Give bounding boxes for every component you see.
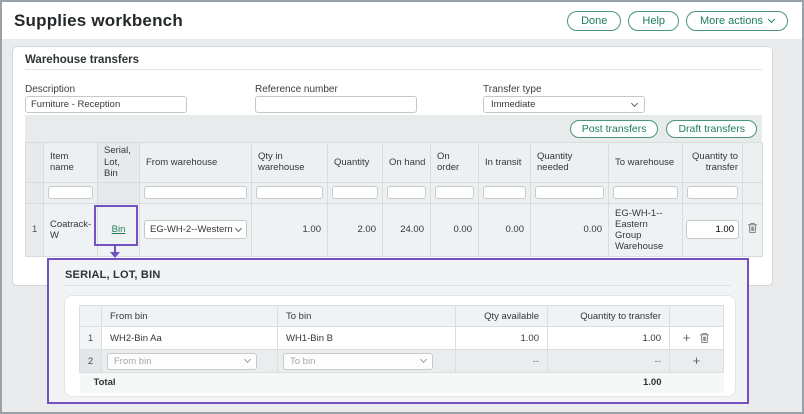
trash-icon [699, 332, 710, 344]
trash-icon [747, 222, 758, 234]
filter-from-warehouse[interactable] [144, 186, 247, 199]
description-input[interactable] [25, 96, 187, 113]
cell-quantity: 2.00 [328, 203, 383, 256]
col-header-from-warehouse: From warehouse [140, 143, 252, 183]
col-header-serial-lot-bin: Serial, Lot, Bin [98, 143, 140, 183]
cell-on-order: 0.00 [431, 203, 479, 256]
col-header-on-hand: On hand [383, 143, 431, 183]
more-actions-button[interactable]: More actions [686, 11, 788, 31]
post-transfers-button[interactable]: Post transfers [570, 120, 659, 138]
col-header-qty-available: Qty available [456, 306, 548, 327]
bin-total-row: Total 1.00 [80, 373, 724, 393]
total-value: 1.00 [548, 373, 670, 393]
delete-bin-row-button[interactable] [699, 332, 710, 344]
filter-in-transit[interactable] [483, 186, 526, 199]
from-bin-select[interactable]: From bin [107, 353, 257, 370]
col-header-on-order: On order [431, 143, 479, 183]
filter-on-order[interactable] [435, 186, 474, 199]
filter-quantity-to-transfer[interactable] [687, 186, 738, 199]
section-divider [25, 69, 762, 70]
cell-bin-qty-to-transfer: -- [548, 350, 670, 373]
transfer-type-select[interactable]: Immediate [483, 96, 645, 113]
bin-transfer-table: From bin To bin Qty available Quantity t… [79, 305, 724, 393]
col-header-item-name: Item name [44, 143, 98, 183]
chevron-down-icon [244, 356, 251, 363]
transfer-type-label: Transfer type [483, 84, 542, 95]
reference-number-input[interactable] [255, 96, 417, 113]
cell-qty-available: -- [456, 350, 548, 373]
transfer-row-1: 1 Coatrack-W Bin EG-WH-2--Western Gr 1.0… [26, 203, 763, 256]
col-header-quantity: Quantity [328, 143, 383, 183]
col-header-bin-quantity-to-transfer: Quantity to transfer [548, 306, 670, 327]
cell-to-bin: WH1-Bin B [278, 327, 456, 350]
col-header-in-transit: In transit [479, 143, 531, 183]
bin-table-card: From bin To bin Qty available Quantity t… [64, 295, 736, 397]
col-header-to-warehouse: To warehouse [609, 143, 683, 183]
plus-icon: + [693, 356, 701, 366]
section-title: Warehouse transfers [25, 54, 139, 66]
col-header-qty-in-warehouse: Qty in warehouse [252, 143, 328, 183]
col-header-quantity-to-transfer: Quantity to transfer [683, 143, 743, 183]
cell-on-hand: 24.00 [383, 203, 431, 256]
row-number: 1 [80, 327, 102, 350]
actions-header [743, 143, 763, 183]
row-number: 1 [26, 203, 44, 256]
to-bin-select[interactable]: To bin [283, 353, 433, 370]
cell-qty-available: 1.00 [456, 327, 548, 350]
filter-to-warehouse[interactable] [613, 186, 678, 199]
cell-item-name: Coatrack-W [44, 203, 98, 256]
page-title: Supplies workbench [14, 11, 183, 31]
bin-actions-header [670, 306, 724, 327]
filter-qty-in-warehouse[interactable] [256, 186, 323, 199]
chevron-down-icon [768, 15, 775, 22]
serial-lot-bin-panel: SERIAL, LOT, BIN From bin To bin Qty ava… [47, 258, 749, 404]
cell-to-warehouse: EG-WH-1--Eastern Group Warehouse [609, 203, 683, 256]
top-bar: Supplies workbench Done Help More action… [2, 2, 802, 39]
cell-in-transit: 0.00 [479, 203, 531, 256]
col-header-from-bin: From bin [102, 306, 278, 327]
bin-row-2: 2 From bin To bin [80, 350, 724, 373]
filter-quantity[interactable] [332, 186, 378, 199]
done-button[interactable]: Done [567, 11, 621, 31]
total-label: Total [80, 373, 278, 393]
draft-transfers-button[interactable]: Draft transfers [666, 120, 757, 138]
chevron-down-icon [235, 225, 242, 232]
transfers-toolbar: Post transfers Draft transfers [25, 115, 762, 142]
reference-number-label: Reference number [255, 84, 338, 95]
chevron-down-icon [631, 99, 638, 106]
delete-row-button[interactable] [747, 222, 758, 234]
serial-panel-divider [63, 285, 731, 286]
bin-row-1: 1 WH2-Bin Aa WH1-Bin B 1.00 1.00 + [80, 327, 724, 350]
topbar-actions: Done Help More actions [567, 11, 788, 31]
filter-on-hand[interactable] [387, 186, 426, 199]
cell-quantity-needed: 0.00 [531, 203, 609, 256]
cell-bin-qty-to-transfer: 1.00 [548, 327, 670, 350]
cell-from-bin: WH2-Bin Aa [102, 327, 278, 350]
row-number: 2 [80, 350, 102, 373]
bin-link[interactable]: Bin [112, 224, 126, 235]
col-header-quantity-needed: Quantity needed [531, 143, 609, 183]
supplies-workbench-screen: Supplies workbench Done Help More action… [0, 0, 804, 414]
plus-icon: + [683, 333, 691, 343]
description-label: Description [25, 84, 75, 95]
cell-qty-in-warehouse: 1.00 [252, 203, 328, 256]
table-filter-row [26, 182, 763, 203]
add-bin-row-button[interactable]: + [693, 356, 701, 366]
add-bin-row-button[interactable]: + [683, 333, 691, 343]
table-header-row: Item name Serial, Lot, Bin From warehous… [26, 143, 763, 183]
filter-item-name[interactable] [48, 186, 93, 199]
quantity-to-transfer-input[interactable] [686, 220, 739, 239]
col-header-to-bin: To bin [278, 306, 456, 327]
help-button[interactable]: Help [628, 11, 679, 31]
chevron-down-icon [420, 356, 427, 363]
serial-panel-title: SERIAL, LOT, BIN [65, 269, 160, 281]
warehouse-transfers-table: Item name Serial, Lot, Bin From warehous… [25, 142, 763, 257]
bin-table-header-row: From bin To bin Qty available Quantity t… [80, 306, 724, 327]
filter-quantity-needed[interactable] [535, 186, 604, 199]
rownum-header [26, 143, 44, 183]
warehouse-transfers-card: Warehouse transfers Description Referenc… [12, 46, 773, 286]
from-warehouse-select[interactable]: EG-WH-2--Western Gr [144, 220, 247, 239]
